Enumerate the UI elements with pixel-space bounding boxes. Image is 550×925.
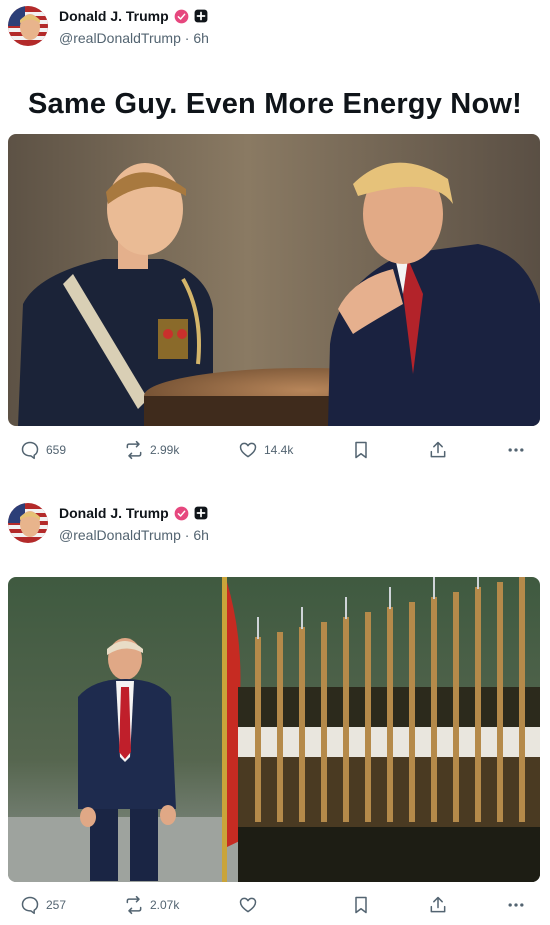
- more-icon: [508, 448, 524, 452]
- repost-button[interactable]: 2.07k: [124, 895, 179, 915]
- post[interactable]: Donald J. Trump @realDonaldTrump · 6h 25…: [0, 497, 550, 916]
- bookmark-button[interactable]: [351, 440, 371, 460]
- avatar[interactable]: [8, 503, 48, 543]
- share-icon: [430, 441, 446, 458]
- like-count: 14.4k: [264, 443, 294, 457]
- subscriber-plus-icon: [194, 9, 208, 23]
- more-options-button[interactable]: [506, 895, 526, 915]
- handle[interactable]: @realDonaldTrump: [59, 527, 181, 543]
- avatar[interactable]: [8, 6, 48, 46]
- more-options-button[interactable]: [506, 440, 526, 460]
- reply-button[interactable]: 659: [20, 440, 66, 460]
- share-button[interactable]: [428, 440, 448, 460]
- post-image[interactable]: [8, 577, 540, 882]
- reply-count: 659: [46, 443, 67, 457]
- more-icon: [508, 903, 524, 907]
- like-button[interactable]: [238, 895, 264, 915]
- reply-button[interactable]: 257: [20, 895, 66, 915]
- reply-icon: [21, 896, 39, 915]
- handle-time: @realDonaldTrump · 6h: [59, 30, 209, 46]
- subscriber-plus-icon: [194, 506, 208, 520]
- share-button[interactable]: [428, 895, 448, 915]
- like-button[interactable]: 14.4k: [238, 440, 293, 460]
- repost-icon: [126, 895, 142, 915]
- display-name[interactable]: Donald J. Trump: [59, 505, 169, 521]
- repost-icon: [126, 440, 142, 460]
- timestamp[interactable]: 6h: [193, 527, 209, 543]
- repost-count: 2.07k: [150, 898, 180, 912]
- bookmark-icon: [355, 441, 367, 459]
- timestamp[interactable]: 6h: [193, 30, 209, 46]
- verified-badge-icon: [174, 9, 189, 23]
- reply-count: 257: [46, 898, 67, 912]
- bookmark-icon: [355, 896, 367, 914]
- repost-count: 2.99k: [150, 443, 180, 457]
- post-image[interactable]: [8, 134, 540, 426]
- post-text: Same Guy. Even More Energy Now!: [28, 88, 522, 120]
- share-icon: [430, 896, 446, 913]
- handle-time: @realDonaldTrump · 6h: [59, 527, 209, 543]
- display-name[interactable]: Donald J. Trump: [59, 8, 169, 24]
- reply-icon: [21, 441, 39, 460]
- heart-icon: [239, 442, 257, 458]
- post[interactable]: Donald J. Trump @realDonaldTrump · 6h Sa…: [0, 0, 550, 470]
- bookmark-button[interactable]: [351, 895, 371, 915]
- repost-button[interactable]: 2.99k: [124, 440, 179, 460]
- heart-icon: [239, 897, 257, 913]
- handle[interactable]: @realDonaldTrump: [59, 30, 181, 46]
- verified-badge-icon: [174, 506, 189, 520]
